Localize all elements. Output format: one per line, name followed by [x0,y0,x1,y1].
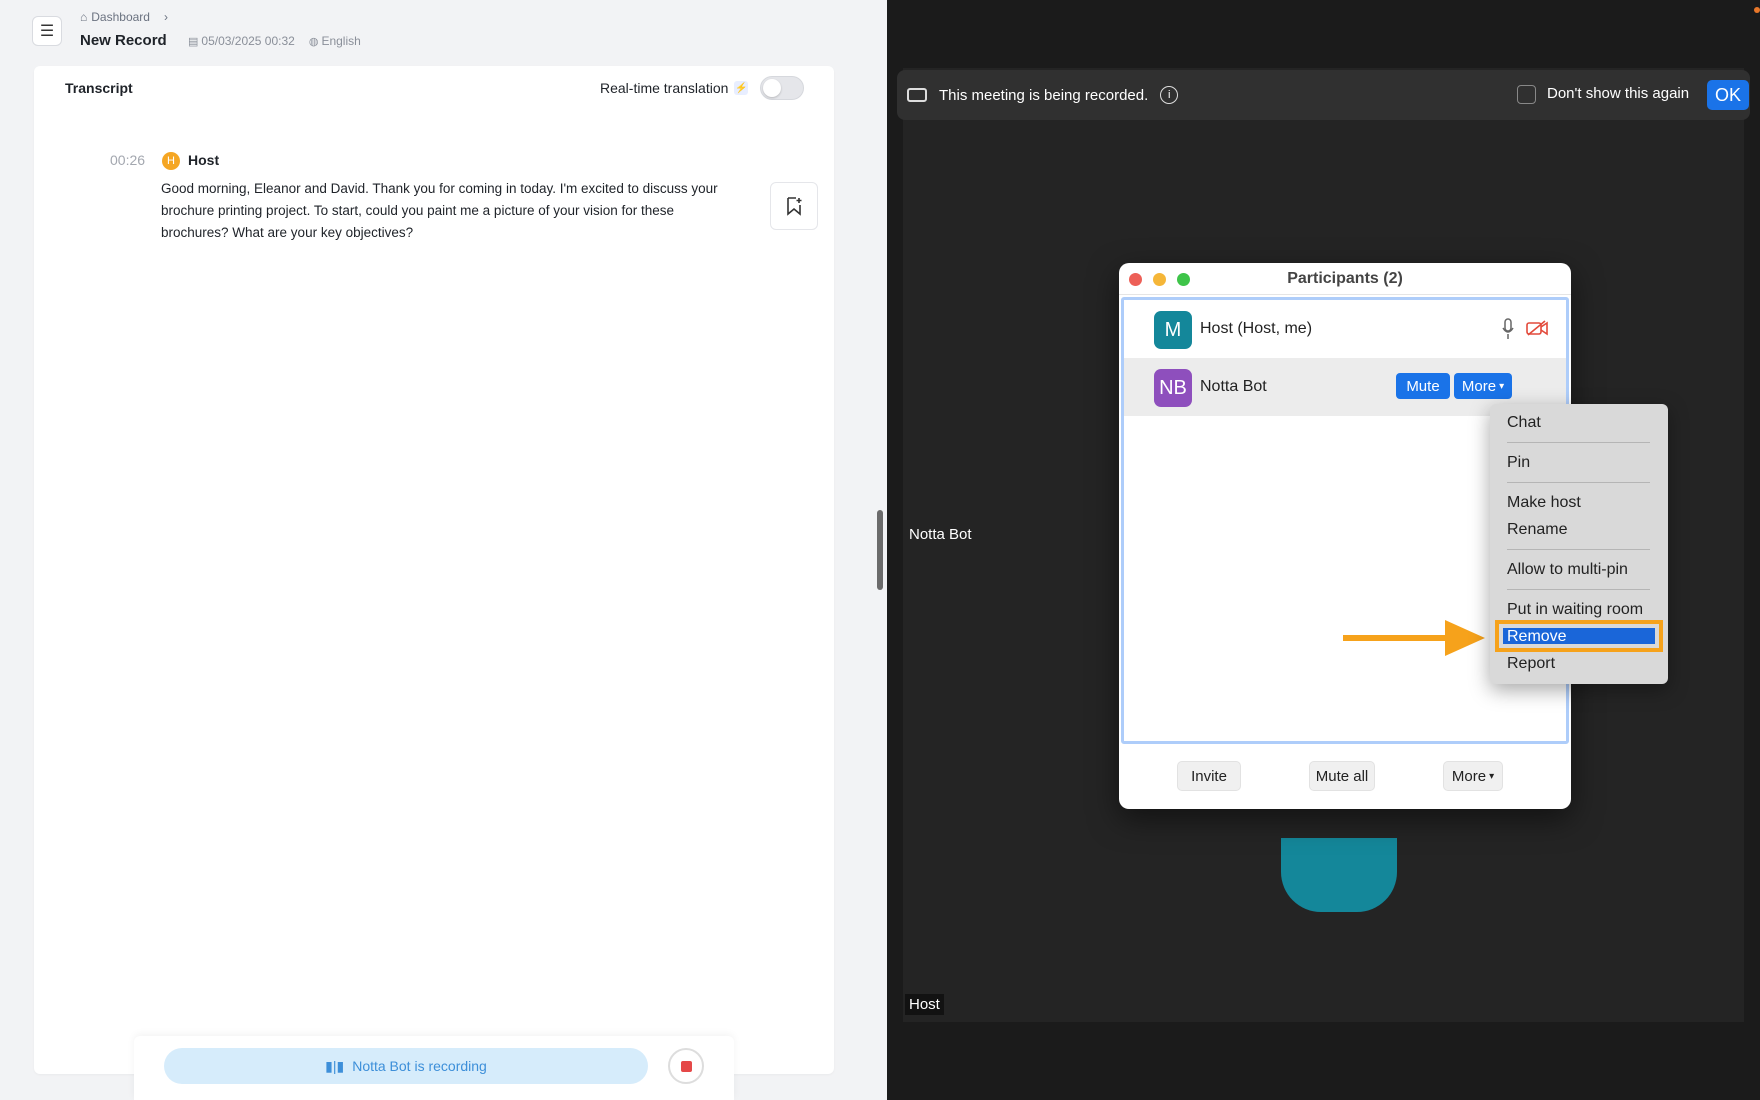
banner-message: This meeting is being recorded. [939,86,1149,104]
hamburger-icon: ☰ [39,23,55,40]
menu-item-make-host[interactable]: Make host [1507,494,1581,512]
footer-more-button[interactable]: More ▾ [1443,761,1503,791]
split-divider[interactable] [877,510,883,590]
bookmark-plus-icon [787,197,802,216]
menu-item-waiting-room[interactable]: Put in waiting room [1507,601,1643,619]
video-off-icon[interactable] [1526,320,1548,336]
bookmark-button[interactable] [770,182,818,230]
host-avatar-tile [1281,838,1397,912]
dont-show-label[interactable]: Don't show this again [1547,85,1689,102]
toggle-knob [763,79,781,97]
recording-indicator [1754,7,1760,13]
menu-item-rename[interactable]: Rename [1507,521,1567,539]
entry-timestamp[interactable]: 00:26 [110,152,145,168]
participant-row-host[interactable]: M Host (Host, me) [1124,300,1566,358]
microphone-icon[interactable] [1502,318,1514,340]
mute-all-button[interactable]: Mute all [1309,761,1375,791]
speaker-name[interactable]: Host [188,152,219,168]
menu-button[interactable]: ☰ [32,16,62,46]
menu-separator [1507,442,1650,443]
annotation-arrow [1343,620,1485,656]
menu-item-report[interactable]: Report [1507,655,1555,673]
tile-label-host: Host [905,994,944,1015]
ok-button[interactable]: OK [1707,80,1749,110]
menu-item-chat[interactable]: Chat [1507,414,1541,432]
participant-avatar: M [1154,311,1192,349]
stop-icon [680,1060,692,1072]
realtime-translation: Real-time translation ⚡ [600,80,749,96]
participant-name: Notta Bot [1200,378,1267,395]
recording-banner: This meeting is being recorded. i Don't … [897,70,1750,120]
transcript-card: Transcript Real-time translation ⚡ 00:26… [34,66,834,1074]
tab-transcript[interactable]: Transcript [65,80,133,96]
notta-app: ☰ ⌂ Dashboard › New Record ▤ 05/03/2025 0… [0,0,883,1100]
recording-status: ▮|▮ Notta Bot is recording [164,1048,648,1084]
participant-context-menu: Chat Pin Make host Rename Allow to multi… [1490,404,1668,684]
participants-footer: Invite Mute all More ▾ [1119,747,1571,809]
participants-title: Participants (2) [1287,270,1403,287]
tile-label-notta: Notta Bot [909,526,972,543]
dont-show-checkbox[interactable] [1517,85,1536,104]
participant-name: Host (Host, me) [1200,320,1313,337]
record-date: 05/03/2025 00:32 [201,34,295,48]
menu-separator [1507,549,1650,550]
more-button[interactable]: More ▾ [1454,373,1512,399]
lightning-icon: ⚡ [734,81,749,95]
invite-button[interactable]: Invite [1177,761,1241,791]
participants-titlebar: Participants (2) [1119,263,1571,295]
chevron-down-icon: ▾ [1499,380,1505,392]
realtime-translation-label: Real-time translation [600,80,729,96]
recording-bar: ▮|▮ Notta Bot is recording [134,1036,734,1100]
more-button-label: More [1461,377,1497,395]
chevron-right-icon: › [163,10,168,24]
menu-separator [1507,589,1650,590]
chevron-down-icon: ▾ [1489,770,1495,782]
realtime-translation-toggle[interactable] [760,76,804,100]
page-title: New Record [80,32,167,49]
menu-item-multi-pin[interactable]: Allow to multi-pin [1507,561,1628,579]
zoom-window: Notta Bot Host This meeting is being rec… [887,0,1760,1100]
record-meta: ▤ 05/03/2025 00:32 ◍ English [188,34,361,48]
breadcrumb-dashboard[interactable]: Dashboard [91,10,150,24]
info-icon[interactable]: i [1160,86,1179,104]
menu-item-remove[interactable]: Remove [1507,628,1567,646]
video-camera-icon [907,88,927,102]
menu-separator [1507,482,1650,483]
footer-more-label: More [1451,767,1487,785]
speaker-avatar: H [162,152,180,170]
waveform-icon: ▮|▮ [325,1057,345,1074]
recording-status-text: Notta Bot is recording [352,1058,487,1074]
transcript-text[interactable]: Good morning, Eleanor and David. Thank y… [161,178,721,244]
calendar-icon: ▤ [188,36,199,48]
breadcrumb: ⌂ Dashboard › [80,10,168,24]
menu-item-pin[interactable]: Pin [1507,454,1530,472]
record-language[interactable]: English [321,34,360,48]
home-icon: ⌂ [80,10,88,24]
mute-button[interactable]: Mute [1396,373,1450,399]
globe-icon: ◍ [308,36,319,48]
stop-recording-button[interactable] [668,1048,704,1084]
participant-avatar: NB [1154,369,1192,407]
